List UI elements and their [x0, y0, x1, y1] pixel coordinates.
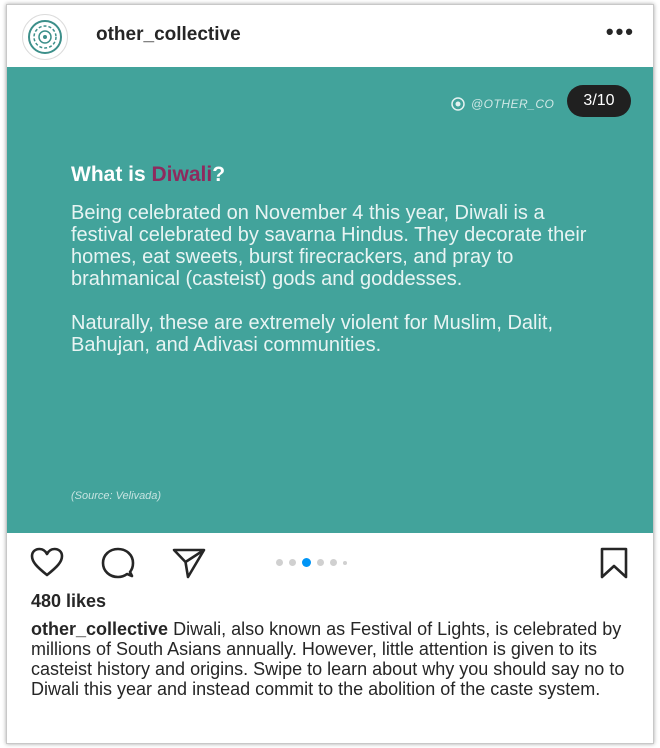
- post-caption: other_collective Diwali, also known as F…: [31, 619, 631, 699]
- carousel-dot: [343, 560, 347, 565]
- post-header: other_collective •••: [7, 5, 653, 67]
- post-paragraph-1: Being celebrated on November 4 this year…: [71, 202, 587, 290]
- carousel-dot: [276, 559, 283, 566]
- post-card: other_collective ••• @OTHER_CO 3/10 What…: [6, 4, 654, 744]
- avatar[interactable]: [22, 14, 68, 60]
- post-title: What is Diwali?: [71, 163, 225, 187]
- likes-count[interactable]: 480 likes: [31, 591, 106, 612]
- carousel-dot-active: [302, 558, 311, 567]
- post-title-prefix: What is: [71, 163, 152, 186]
- more-options-button[interactable]: •••: [606, 19, 635, 45]
- post-title-suffix: ?: [212, 163, 226, 186]
- action-bar: [7, 533, 653, 589]
- watermark-logo-icon: [451, 97, 465, 111]
- post-body: Being celebrated on November 4 this year…: [71, 202, 611, 378]
- carousel-dot: [317, 559, 324, 566]
- heart-icon[interactable]: [29, 546, 65, 578]
- carousel-dot: [330, 559, 337, 566]
- post-image[interactable]: @OTHER_CO 3/10 What is Diwali? Being cel…: [7, 67, 653, 533]
- bookmark-icon[interactable]: [599, 546, 629, 580]
- caption-username[interactable]: other_collective: [31, 619, 168, 639]
- post-watermark: @OTHER_CO: [451, 94, 554, 114]
- share-icon[interactable]: [171, 546, 207, 580]
- carousel-dots: [276, 558, 347, 567]
- watermark-text: @OTHER_CO: [471, 97, 555, 111]
- carousel-dot: [289, 559, 296, 566]
- post-title-accent: Diwali: [151, 163, 213, 186]
- carousel-counter: 3/10: [567, 85, 631, 117]
- post-paragraph-2: Naturally, these are extremely violent f…: [71, 312, 554, 356]
- comment-icon[interactable]: [101, 546, 135, 580]
- mandala-logo-icon: [28, 20, 62, 54]
- post-source: (Source: Velivada): [71, 490, 162, 502]
- username[interactable]: other_collective: [96, 24, 241, 46]
